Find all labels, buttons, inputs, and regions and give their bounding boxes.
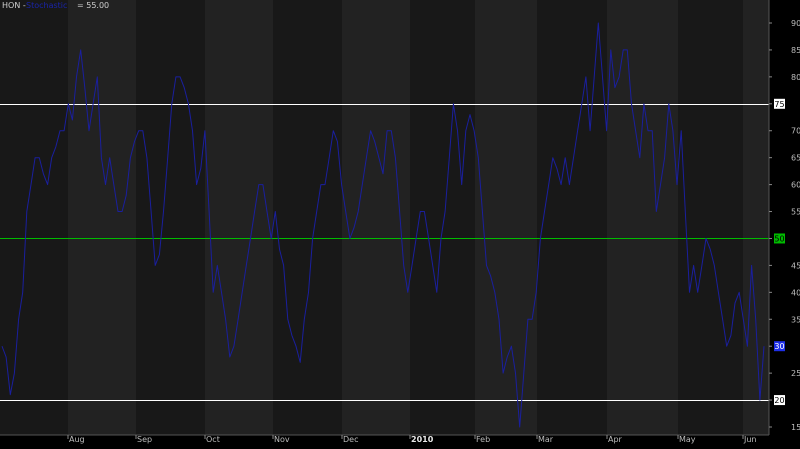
header-value: = 55.00 — [77, 1, 109, 10]
x-tick-label: Dec — [343, 435, 358, 444]
chart-header: HON - Stochastic = 55.00 — [2, 1, 109, 10]
x-tick-label: 2010 — [411, 435, 434, 444]
badge-middle: 50 — [774, 234, 784, 243]
x-tick-label: Apr — [608, 435, 623, 444]
y-tick-label: 40 — [791, 288, 800, 297]
month-band — [537, 0, 607, 435]
stochastic-chart: 15 25 35 40 45 55 60 65 70 80 85 90 Aug Sep Oct Nov Dec… — [0, 0, 800, 449]
y-tick-label: 35 — [791, 315, 800, 324]
x-tick-label: May — [679, 435, 696, 444]
month-band — [607, 0, 678, 435]
y-tick-label: 85 — [791, 46, 800, 55]
x-tick-label: Feb — [476, 435, 490, 444]
x-tick-label: Sep — [137, 435, 152, 444]
month-band — [678, 0, 743, 435]
badge-last-value: 30 — [774, 342, 784, 351]
month-band — [743, 0, 769, 435]
x-tick-label: Nov — [274, 435, 290, 444]
y-tick-label: 15 — [791, 423, 800, 432]
x-tick-label: Aug — [69, 435, 85, 444]
month-band — [205, 0, 273, 435]
x-tick-label: Mar — [538, 435, 554, 444]
header-symbol: HON - — [2, 1, 26, 10]
y-tick-label: 90 — [791, 19, 800, 28]
y-tick-label: 25 — [791, 369, 800, 378]
badge-upper: 75 — [774, 100, 784, 109]
badge-lower: 20 — [774, 396, 784, 405]
y-tick-label: 70 — [791, 127, 800, 136]
header-indicator: Stochastic — [26, 1, 67, 10]
x-tick-label: Jun — [743, 435, 757, 444]
month-bands — [0, 0, 769, 435]
y-tick-label: 55 — [791, 208, 800, 217]
y-tick-label: 65 — [791, 154, 800, 163]
y-tick-label: 45 — [791, 261, 800, 270]
y-tick-label: 80 — [791, 73, 800, 82]
month-band — [136, 0, 205, 435]
x-tick-label: Oct — [206, 435, 220, 444]
month-band — [0, 0, 68, 435]
month-band — [475, 0, 537, 435]
month-band — [273, 0, 342, 435]
y-tick-label: 60 — [791, 181, 800, 190]
